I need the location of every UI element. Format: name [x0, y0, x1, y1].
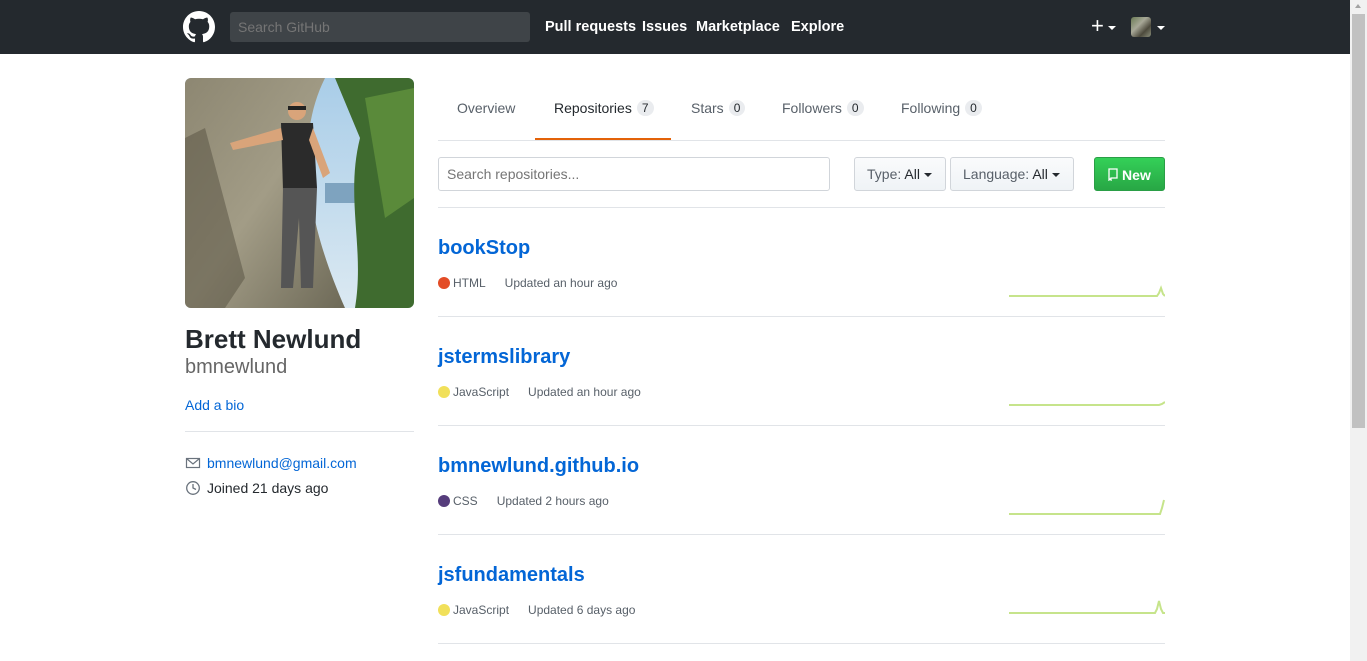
tab-repositories-label: Repositories: [554, 100, 632, 116]
repo-meta: HTML Updated an hour ago: [438, 276, 617, 290]
repo-updated-time: Updated 6 days ago: [528, 603, 636, 617]
tab-repositories[interactable]: Repositories 7: [554, 100, 654, 116]
profile-email-link[interactable]: bmnewlund@gmail.com: [207, 455, 357, 471]
mail-icon: [185, 457, 201, 469]
repo-list-item: jsfundamentals JavaScript Updated 6 days…: [438, 535, 1165, 644]
repository-search-input[interactable]: [438, 157, 830, 191]
profile-avatar[interactable]: [185, 78, 414, 308]
language-filter-value: All: [1032, 166, 1048, 182]
repo-name-link[interactable]: bookStop: [438, 237, 530, 260]
repositories-count-badge: 7: [636, 100, 654, 116]
add-bio-link[interactable]: Add a bio: [185, 397, 244, 413]
scroll-up-arrow-icon[interactable]: [1355, 4, 1361, 8]
profile-joined-item: Joined 21 days ago: [185, 480, 328, 496]
profile-username: bmnewlund: [185, 356, 288, 378]
tab-stars-label: Stars: [691, 100, 724, 116]
github-logo-icon[interactable]: [183, 11, 215, 43]
header-search-input[interactable]: [230, 12, 530, 42]
tab-stars[interactable]: Stars 0: [691, 100, 746, 116]
sidebar-divider: [185, 431, 414, 432]
clock-icon: [186, 481, 200, 495]
language-color-dot: [438, 495, 450, 507]
tab-followers-label: Followers: [782, 100, 842, 116]
nav-issues[interactable]: Issues: [642, 19, 687, 35]
activity-sparkline: [1009, 401, 1165, 406]
repo-language: CSS: [453, 494, 478, 508]
language-filter-label: Language:: [963, 166, 1030, 182]
repo-name-link[interactable]: bmnewlund.github.io: [438, 455, 639, 478]
repo-list-item: jstermslibrary JavaScript Updated an hou…: [438, 317, 1165, 426]
language-filter-select[interactable]: Language: All: [950, 157, 1074, 191]
create-new-plus-icon[interactable]: +: [1091, 15, 1104, 37]
repo-language: JavaScript: [453, 603, 510, 617]
tab-overview[interactable]: Overview: [457, 100, 515, 116]
tab-following[interactable]: Following 0: [901, 100, 982, 116]
scrollbar-thumb[interactable]: [1352, 14, 1365, 428]
activity-sparkline: [1009, 600, 1165, 614]
nav-marketplace[interactable]: Marketplace: [696, 19, 780, 35]
user-avatar[interactable]: [1131, 17, 1151, 37]
repo-book-icon: [1108, 168, 1118, 182]
activity-sparkline: [1009, 499, 1165, 515]
followers-count-badge: 0: [846, 100, 864, 116]
nav-pull-requests[interactable]: Pull requests: [545, 19, 636, 35]
repo-language: HTML: [453, 276, 486, 290]
profile-email-item: bmnewlund@gmail.com: [185, 455, 357, 471]
repo-meta: JavaScript Updated 6 days ago: [438, 603, 635, 617]
avatar-dropdown-chevron-down-icon[interactable]: [1157, 26, 1165, 30]
type-filter-value: All: [904, 166, 920, 182]
repo-language: JavaScript: [453, 385, 510, 399]
repo-name-link[interactable]: jstermslibrary: [438, 346, 570, 369]
tabs-divider: [438, 140, 1165, 141]
language-color-dot: [438, 386, 450, 398]
repo-updated-time: Updated 2 hours ago: [496, 494, 609, 508]
tab-followers[interactable]: Followers 0: [782, 100, 864, 116]
stars-count-badge: 0: [728, 100, 746, 116]
profile-name: Brett Newlund: [185, 324, 362, 354]
nav-explore[interactable]: Explore: [791, 19, 844, 35]
language-chevron-down-icon: [1051, 173, 1060, 178]
new-repository-button[interactable]: New: [1094, 157, 1165, 191]
repo-name-link[interactable]: jsfundamentals: [438, 564, 585, 587]
type-filter-select[interactable]: Type: All: [854, 157, 946, 191]
repo-meta: CSS Updated 2 hours ago: [438, 494, 609, 508]
language-color-dot: [438, 277, 450, 289]
repo-list-item: bmnewlund.github.io CSS Updated 2 hours …: [438, 426, 1165, 535]
top-header: Pull requests Issues Marketplace Explore…: [0, 0, 1350, 54]
language-color-dot: [438, 604, 450, 616]
activity-sparkline: [1009, 285, 1165, 297]
profile-joined-text: Joined 21 days ago: [207, 480, 329, 496]
repo-updated-time: Updated an hour ago: [504, 276, 618, 290]
repo-updated-time: Updated an hour ago: [528, 385, 641, 399]
tab-following-label: Following: [901, 100, 961, 116]
repo-meta: JavaScript Updated an hour ago: [438, 385, 641, 399]
following-count-badge: 0: [965, 100, 982, 116]
type-chevron-down-icon: [923, 173, 932, 178]
new-repository-label: New: [1122, 167, 1151, 183]
tab-overview-label: Overview: [457, 100, 516, 116]
create-dropdown-chevron-down-icon[interactable]: [1108, 26, 1116, 30]
type-filter-label: Type:: [867, 166, 902, 182]
repo-list-item: bookStop HTML Updated an hour ago: [438, 208, 1165, 317]
